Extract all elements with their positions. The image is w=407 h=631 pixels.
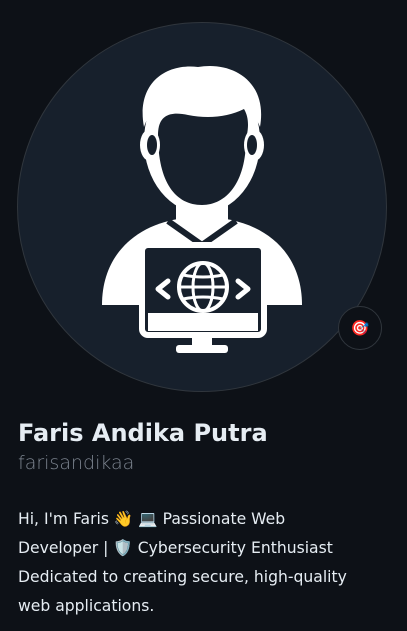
bio-line: Dedicated to creating secure, high-quali… <box>18 568 347 586</box>
avatar-container: 🎯 <box>17 22 387 392</box>
developer-avatar-icon <box>102 65 302 353</box>
bio-line: Developer | 🛡️ Cybersecurity Enthusiast <box>18 539 333 557</box>
bio-line: web applications. <box>18 597 155 615</box>
avatar[interactable] <box>17 22 387 392</box>
status-badge[interactable]: 🎯 <box>338 306 382 350</box>
profile-bio: Hi, I'm Faris 👋 💻 Passionate Web Develop… <box>18 505 400 621</box>
target-icon: 🎯 <box>350 318 370 337</box>
profile-username: farisandikaa <box>18 452 135 474</box>
bio-line: Hi, I'm Faris 👋 💻 Passionate Web <box>18 510 286 528</box>
profile-full-name: Faris Andika Putra <box>18 419 268 447</box>
profile-names: Faris Andika Putra farisandikaa <box>18 417 393 477</box>
